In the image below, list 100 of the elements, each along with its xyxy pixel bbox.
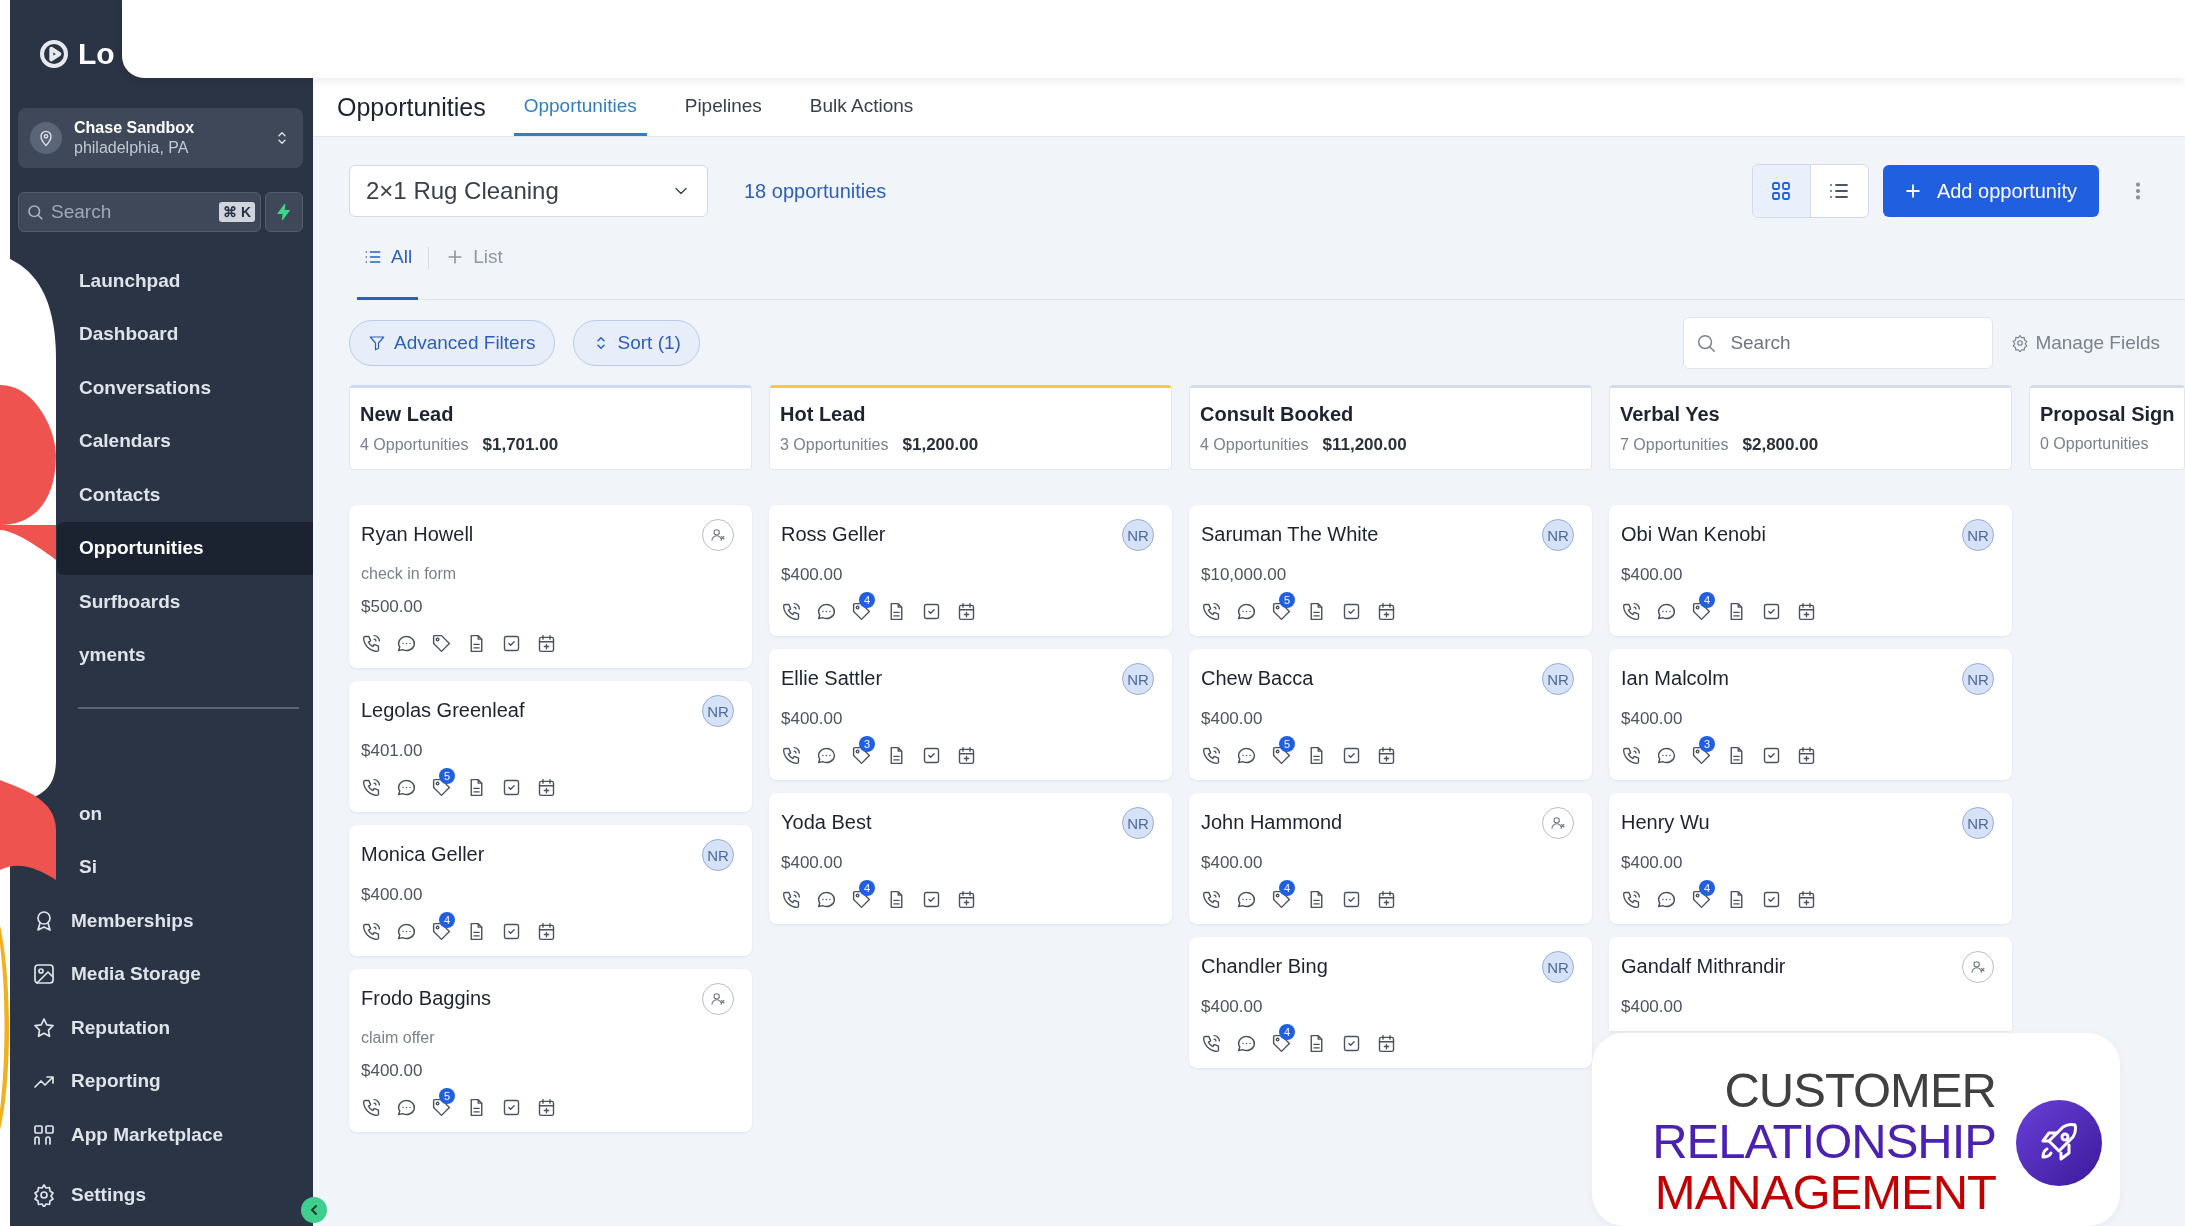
sidebar-item[interactable]: Launchpad — [57, 254, 313, 308]
calendar-icon[interactable] — [1796, 745, 1817, 766]
checkbox-icon[interactable] — [501, 921, 522, 942]
opportunity-card[interactable]: Chandler Bing NR $400.00 4 — [1189, 937, 1592, 1068]
phone-icon[interactable] — [361, 921, 382, 942]
checkbox-icon[interactable] — [501, 633, 522, 654]
owner-avatar[interactable]: NR — [702, 839, 734, 871]
chat-icon[interactable] — [1236, 889, 1257, 910]
checkbox-icon[interactable] — [1761, 889, 1782, 910]
owner-avatar[interactable]: NR — [702, 695, 734, 727]
tag-icon[interactable] — [431, 633, 452, 654]
phone-icon[interactable] — [1201, 601, 1222, 622]
phone-icon[interactable] — [1201, 889, 1222, 910]
sidebar-item[interactable]: Surfboards — [57, 575, 313, 629]
phone-icon[interactable] — [1621, 745, 1642, 766]
chat-icon[interactable] — [396, 921, 417, 942]
phone-icon[interactable] — [781, 745, 802, 766]
chat-icon[interactable] — [396, 1097, 417, 1118]
chat-icon[interactable] — [1236, 1033, 1257, 1054]
opportunity-card[interactable]: Frodo Baggins claim offer $400.00 5 — [349, 969, 752, 1132]
chat-icon[interactable] — [1236, 601, 1257, 622]
calendar-icon[interactable] — [956, 745, 977, 766]
sidebar-item[interactable]: Settings — [20, 1168, 289, 1222]
checkbox-icon[interactable] — [1761, 601, 1782, 622]
opportunity-card[interactable]: Yoda Best NR $400.00 4 — [769, 793, 1172, 924]
phone-icon[interactable] — [1621, 601, 1642, 622]
checkbox-icon[interactable] — [921, 889, 942, 910]
calendar-icon[interactable] — [1376, 601, 1397, 622]
sidebar-item[interactable]: Reporting — [20, 1054, 313, 1108]
owner-avatar[interactable]: NR — [1962, 807, 1994, 839]
phone-icon[interactable] — [361, 777, 382, 798]
chat-icon[interactable] — [816, 601, 837, 622]
phone-icon[interactable] — [361, 633, 382, 654]
calendar-icon[interactable] — [536, 921, 557, 942]
sidebar-item[interactable]: Dashboard — [57, 307, 313, 361]
calendar-icon[interactable] — [1796, 889, 1817, 910]
checkbox-icon[interactable] — [501, 1097, 522, 1118]
chat-icon[interactable] — [1236, 745, 1257, 766]
sidebar-item[interactable]: Conversations — [57, 361, 313, 415]
chat-icon[interactable] — [396, 633, 417, 654]
chat-icon[interactable] — [396, 777, 417, 798]
calendar-icon[interactable] — [956, 601, 977, 622]
chat-icon[interactable] — [816, 889, 837, 910]
opportunity-card[interactable]: Ian Malcolm NR $400.00 3 — [1609, 649, 2012, 780]
phone-icon[interactable] — [1621, 889, 1642, 910]
account-switcher[interactable]: Chase Sandbox philadelphia, PA — [18, 108, 303, 168]
opportunity-card[interactable]: Monica Geller NR $400.00 4 — [349, 825, 752, 956]
owner-avatar[interactable]: NR — [1962, 519, 1994, 551]
opportunity-card[interactable]: Legolas Greenleaf NR $401.00 5 — [349, 681, 752, 812]
opportunity-card[interactable]: Saruman The White NR $10,000.00 5 — [1189, 505, 1592, 636]
owner-avatar[interactable]: NR — [1962, 663, 1994, 695]
sidebar-item[interactable]: Si — [57, 840, 313, 894]
opportunity-card[interactable]: Ellie Sattler NR $400.00 3 — [769, 649, 1172, 780]
chat-icon[interactable] — [1656, 745, 1677, 766]
checkbox-icon[interactable] — [921, 745, 942, 766]
filter-button[interactable]: Advanced Filters — [349, 320, 555, 366]
sidebar-item[interactable]: Calendars — [57, 414, 313, 468]
owner-avatar[interactable]: NR — [1122, 807, 1154, 839]
sort-button[interactable]: Sort (1) — [572, 320, 700, 366]
sidebar-item[interactable]: Reputation — [20, 1001, 313, 1055]
chat-icon[interactable] — [816, 745, 837, 766]
phone-icon[interactable] — [781, 889, 802, 910]
checkbox-icon[interactable] — [921, 601, 942, 622]
calendar-icon[interactable] — [1796, 601, 1817, 622]
sidebar-item[interactable]: App Marketplace — [20, 1108, 313, 1162]
view-tab[interactable]: All — [357, 217, 419, 300]
calendar-icon[interactable] — [536, 1097, 557, 1118]
chat-icon[interactable] — [1656, 601, 1677, 622]
view-mode-button[interactable] — [1752, 165, 1810, 217]
owner-avatar[interactable]: NR — [1122, 663, 1154, 695]
opportunity-card[interactable]: Henry Wu NR $400.00 4 — [1609, 793, 2012, 924]
nav-tab[interactable]: Pipelines — [674, 78, 772, 136]
opportunity-card[interactable]: Chew Bacca NR $400.00 5 — [1189, 649, 1592, 780]
opportunity-card[interactable]: Gandalf Mithrandir $400.00 — [1609, 937, 2012, 1031]
checkbox-icon[interactable] — [501, 777, 522, 798]
owner-avatar[interactable]: NR — [1542, 663, 1574, 695]
owner-avatar[interactable]: NR — [1542, 519, 1574, 551]
calendar-icon[interactable] — [956, 889, 977, 910]
manage-fields-button[interactable]: Manage Fields — [2011, 332, 2160, 354]
calendar-icon[interactable] — [1376, 745, 1397, 766]
pipeline-dropdown[interactable]: 2×1 Rug Cleaning — [349, 165, 708, 217]
opportunity-card[interactable]: Obi Wan Kenobi NR $400.00 4 — [1609, 505, 2012, 636]
checkbox-icon[interactable] — [1341, 889, 1362, 910]
sidebar-item[interactable]: Media Storage — [20, 947, 313, 1001]
opportunity-card[interactable]: John Hammond $400.00 4 — [1189, 793, 1592, 924]
phone-icon[interactable] — [1201, 745, 1222, 766]
phone-icon[interactable] — [1201, 1033, 1222, 1054]
owner-avatar[interactable]: NR — [1542, 951, 1574, 983]
sidebar-item[interactable]: Opportunities — [57, 521, 313, 575]
owner-avatar[interactable]: NR — [1122, 519, 1154, 551]
sidebar-item[interactable]: Contacts — [57, 468, 313, 522]
calendar-icon[interactable] — [536, 777, 557, 798]
phone-icon[interactable] — [781, 601, 802, 622]
phone-icon[interactable] — [361, 1097, 382, 1118]
chat-icon[interactable] — [1656, 889, 1677, 910]
sidebar-item[interactable]: on — [57, 787, 313, 841]
sidebar-item[interactable]: Memberships — [20, 894, 313, 948]
opportunity-card[interactable]: Ryan Howell check in form $500.00 — [349, 505, 752, 668]
checkbox-icon[interactable] — [1761, 745, 1782, 766]
nav-tab[interactable]: Bulk Actions — [799, 78, 924, 136]
